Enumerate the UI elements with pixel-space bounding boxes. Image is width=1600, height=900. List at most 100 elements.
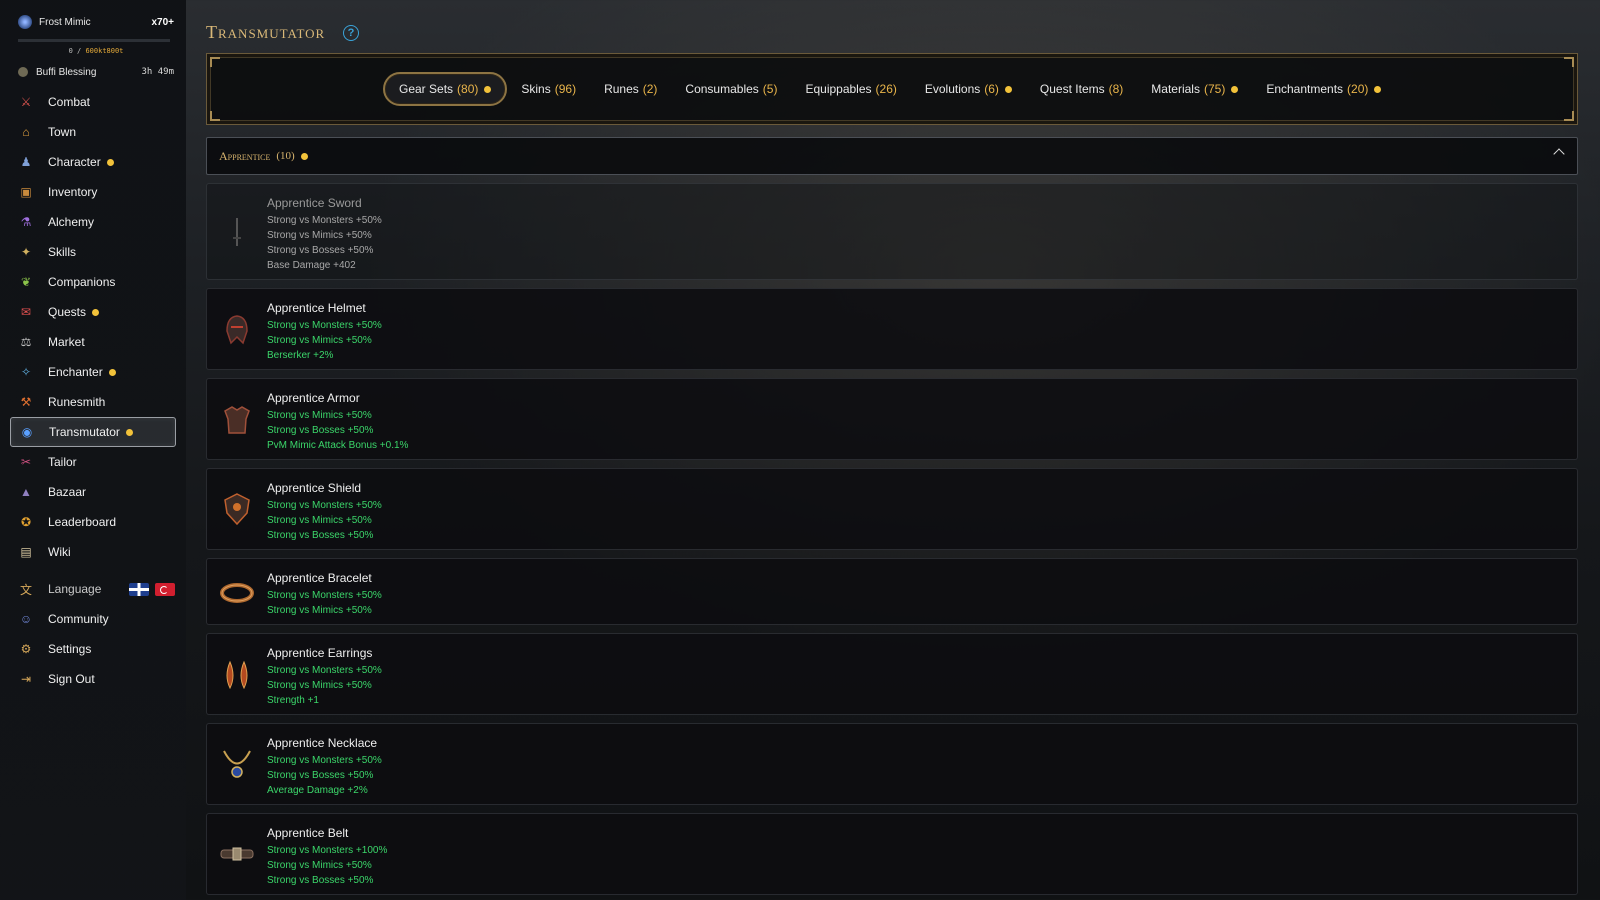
gear-icon: ⚙ <box>20 642 32 656</box>
tab-count: (26) <box>875 82 897 96</box>
notification-dot <box>484 85 492 93</box>
discord-icon: ☺ <box>19 612 33 626</box>
sidebar-item-label: Leaderboard <box>48 515 117 529</box>
tab-label: Equippables <box>805 82 872 96</box>
transmute-orb-icon: ◉ <box>21 425 33 439</box>
item-stat: Strength +1 <box>267 695 319 706</box>
sidebar-item-enchanter[interactable]: ✧ Enchanter <box>10 357 176 387</box>
item-card-apprentice-necklace[interactable]: Apprentice Necklace Strong vs Monsters +5… <box>206 723 1578 805</box>
sidebar-item-wiki[interactable]: ▤ Wiki <box>10 537 176 567</box>
tab-evolutions[interactable]: Evolutions (6) <box>911 72 1026 106</box>
sidebar-item-combat[interactable]: ⚔ Combat <box>10 87 176 117</box>
notification-dot <box>1231 85 1239 93</box>
item-stat: Strong vs Bosses +50% <box>267 770 374 781</box>
tab-gear-sets[interactable]: Gear Sets (80) <box>383 72 508 106</box>
language-label: Language <box>48 582 102 596</box>
sidebar-item-town[interactable]: ⌂ Town <box>10 117 176 147</box>
sidebar-item-label: Skills <box>48 245 77 259</box>
sidebar-item-quests[interactable]: ✉ Quests <box>10 297 176 327</box>
tab-count: (8) <box>1108 82 1124 96</box>
tab-runes[interactable]: Runes (2) <box>590 72 671 106</box>
language-selector[interactable]: 文 Language <box>10 574 176 604</box>
sidebar-item-label: Tailor <box>48 455 77 469</box>
notification-dot <box>1374 85 1382 93</box>
crossed-swords-icon: ⚔ <box>20 95 32 109</box>
sidebar-item-character[interactable]: ♟ Character <box>10 147 176 177</box>
sidebar-item-runesmith[interactable]: ⚒ Runesmith <box>10 387 176 417</box>
tab-quest-items[interactable]: Quest Items (8) <box>1026 72 1137 106</box>
bottom-nav: 文 Language ☺ Community ⚙ Settings ⇥ Sign Out <box>10 574 176 694</box>
section-count: (10) <box>276 150 295 162</box>
tab-consumables[interactable]: Consumables (5) <box>671 72 791 106</box>
item-stat: Strong vs Mimics +50% <box>267 860 372 871</box>
item-card-apprentice-shield[interactable]: Apprentice Shield Strong vs Monsters +50%… <box>206 468 1578 550</box>
scroll-icon: ✉ <box>20 305 32 319</box>
item-stat: Strong vs Monsters +50% <box>267 665 382 676</box>
item-card-apprentice-armor[interactable]: Apprentice Armor Strong vs Mimics +50% Str… <box>206 378 1578 460</box>
notification-dot <box>108 368 116 376</box>
item-name: Apprentice Bracelet <box>267 571 372 585</box>
sidebar-item-label: Inventory <box>48 185 98 199</box>
boss-row[interactable]: Frost Mimic x70+ <box>18 14 174 30</box>
tab-enchantments[interactable]: Enchantments (20) <box>1252 72 1395 106</box>
sidebar-item-label: Runesmith <box>48 395 106 409</box>
sidebar-item-community[interactable]: ☺ Community <box>10 604 176 634</box>
section-title: Apprentice <box>219 148 271 163</box>
item-stat: Strong vs Mimics +50% <box>267 230 372 241</box>
sidebar-item-settings[interactable]: ⚙ Settings <box>10 634 176 664</box>
belt-icon <box>219 836 255 872</box>
sidebar-item-tailor[interactable]: ✂ Tailor <box>10 447 176 477</box>
tab-count: (2) <box>642 82 658 96</box>
item-stat: Strong vs Monsters +50% <box>267 500 382 511</box>
tab-count: (20) <box>1347 82 1369 96</box>
earrings-icon <box>219 656 255 692</box>
notification-dot <box>1004 85 1012 93</box>
item-card-apprentice-sword[interactable]: Apprentice Sword Strong vs Monsters +50% S… <box>206 183 1578 280</box>
boss-hp-max: 600kt800t <box>85 47 124 55</box>
sidebar-item-sign-out[interactable]: ⇥ Sign Out <box>10 664 176 694</box>
necklace-icon <box>219 746 255 782</box>
tab-count: (75) <box>1203 82 1226 96</box>
tab-equippables[interactable]: Equippables (26) <box>791 72 910 106</box>
tab-materials[interactable]: Materials (75) <box>1137 72 1252 106</box>
boss-health-text: 0 / 600kt800t <box>18 47 174 55</box>
sidebar-item-skills[interactable]: ✦ Skills <box>10 237 176 267</box>
item-name: Apprentice Earrings <box>267 646 373 660</box>
frame-corner <box>210 111 220 121</box>
frame-corner <box>1564 111 1574 121</box>
frame-corner <box>1564 57 1574 67</box>
sidebar-item-label: Combat <box>48 95 91 109</box>
section-apprentice-header[interactable]: Apprentice (10) <box>206 137 1578 175</box>
sidebar-item-companions[interactable]: ❦ Companions <box>10 267 176 297</box>
sidebar-item-leaderboard[interactable]: ✪ Leaderboard <box>10 507 176 537</box>
buff-timer: 3h 49m <box>141 67 174 77</box>
tab-count: (5) <box>762 82 778 96</box>
sidebar-item-transmutator[interactable]: ◉ Transmutator <box>10 417 176 447</box>
help-icon[interactable]: ? <box>343 25 359 41</box>
tab-count: (6) <box>984 82 999 96</box>
uk-flag-icon[interactable] <box>129 582 150 596</box>
tab-skins[interactable]: Skins (96) <box>507 72 590 106</box>
sidebar-item-bazaar[interactable]: ▲ Bazaar <box>10 477 176 507</box>
sidebar-item-label: Wiki <box>48 545 71 559</box>
item-stat: Strong vs Mimics +50% <box>267 605 372 616</box>
item-card-apprentice-earrings[interactable]: Apprentice Earrings Strong vs Monsters +5… <box>206 633 1578 715</box>
buff-row[interactable]: Buffi Blessing 3h 49m <box>18 65 174 79</box>
item-card-apprentice-belt[interactable]: Apprentice Belt Strong vs Monsters +100% S… <box>206 813 1578 895</box>
sidebar-item-alchemy[interactable]: ⚗ Alchemy <box>10 207 176 237</box>
sidebar-item-label: Settings <box>48 642 92 656</box>
hammer-icon: ⚒ <box>20 395 32 409</box>
item-stat: Strong vs Mimics +50% <box>267 410 372 421</box>
item-name: Apprentice Belt <box>267 826 349 840</box>
item-name: Apprentice Shield <box>267 481 362 495</box>
sidebar-item-inventory[interactable]: ▣ Inventory <box>10 177 176 207</box>
turkey-flag-icon[interactable] <box>155 582 176 596</box>
bracelet-icon <box>219 574 255 610</box>
translate-icon: 文 <box>19 582 32 597</box>
tab-count: (80) <box>457 82 479 96</box>
item-card-apprentice-helmet[interactable]: Apprentice Helmet Strong vs Monsters +50%… <box>206 288 1578 370</box>
item-card-apprentice-bracelet[interactable]: Apprentice Bracelet Strong vs Monsters +5… <box>206 558 1578 625</box>
chevron-up-icon[interactable] <box>1553 148 1565 160</box>
tab-label: Skins <box>521 82 551 96</box>
sidebar-item-market[interactable]: ⚖ Market <box>10 327 176 357</box>
